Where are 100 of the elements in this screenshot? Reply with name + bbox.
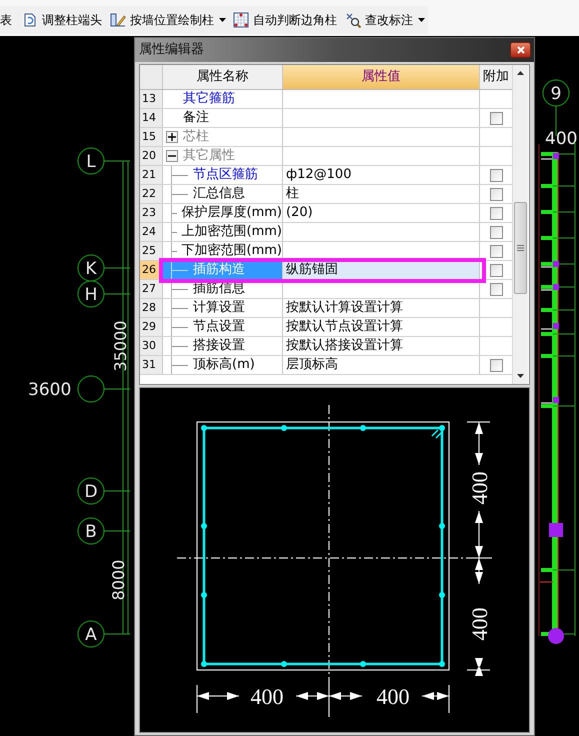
property-value[interactable]: 层顶标高 [283, 356, 480, 374]
property-name: 其它属性 [183, 147, 235, 166]
property-name: 下加密范围(mm) [182, 242, 282, 260]
property-name: 汇总信息 [193, 185, 245, 204]
property-name: 节点区箍筋 [193, 166, 258, 184]
row-number: 28 [140, 299, 163, 317]
checkbox[interactable] [490, 112, 502, 124]
toolbar-button[interactable]: 查改标注 [341, 8, 417, 32]
dimension-label: 400 [545, 129, 578, 149]
checkbox[interactable] [490, 168, 502, 182]
dimension-arrow [196, 692, 240, 700]
axis-label: 9 [550, 84, 562, 104]
axis-label: D [84, 482, 98, 502]
toolbar-button[interactable]: 按墙位置绘制柱 [106, 8, 218, 32]
axis-label: A [85, 625, 97, 645]
window-title: 属性编辑器 [139, 41, 204, 60]
dimension-label: 3600 [28, 380, 72, 400]
axis-bubble [78, 376, 104, 402]
dimension-label: 400 [467, 608, 492, 640]
dimension-arrow [422, 692, 450, 700]
dimension-arrow [475, 422, 483, 466]
close-button[interactable] [510, 42, 531, 58]
tree-line [172, 288, 188, 290]
toolbar-button[interactable]: 调整柱端头 [18, 8, 106, 32]
caret-icon [219, 18, 226, 22]
axis-label: B [85, 522, 97, 542]
row-number: 30 [140, 337, 163, 355]
dimension-label: 400 [250, 684, 284, 709]
magnifier-icon [345, 12, 361, 28]
axis-line [104, 388, 130, 390]
grip-icon [517, 245, 524, 251]
dimension-label: 400 [376, 684, 410, 709]
column-header: 附加 [480, 65, 512, 89]
property-name: 插筋构造 [193, 261, 245, 280]
header-corner [140, 65, 163, 89]
property-value[interactable]: 按默认节点设置计算 [283, 318, 480, 336]
property-value[interactable]: 纵筋锚固 [283, 261, 480, 279]
property-name: 保护层厚度(mm) [182, 204, 282, 222]
property-value[interactable]: 按默认计算设置计算 [283, 299, 480, 317]
checkbox[interactable] [490, 358, 502, 372]
toolbar-button[interactable]: 表 [0, 8, 18, 32]
row-number: 22 [140, 185, 163, 203]
row-number: 27 [140, 280, 163, 298]
scroll-thumb[interactable] [514, 202, 527, 294]
property-name: 顶标高(m) [193, 356, 255, 374]
row-number: 25 [140, 242, 163, 260]
axis-label: K [85, 259, 97, 279]
axis-bubble [78, 254, 104, 282]
tree-line [172, 326, 188, 328]
checkbox[interactable] [490, 206, 502, 220]
pencil-grid-icon [110, 12, 126, 28]
axis-line [104, 160, 130, 162]
property-name: 备注 [183, 109, 209, 128]
axis-label: H [84, 285, 98, 305]
checkbox[interactable] [490, 282, 502, 296]
axis-bubble [78, 478, 104, 504]
property-name: 芯柱 [183, 128, 209, 146]
property-name: 其它箍筋 [183, 90, 235, 108]
toolbar-button[interactable]: 自动判断边角柱 [229, 8, 341, 32]
property-name: 节点设置 [193, 318, 245, 336]
row-number: 20 [140, 147, 163, 165]
caret-icon [418, 18, 425, 22]
scrollbar[interactable] [512, 65, 528, 384]
axis-line [104, 530, 130, 532]
expand-toggle[interactable] [166, 131, 178, 143]
property-value[interactable]: 柱 [283, 185, 480, 203]
axis-bubble [78, 620, 104, 648]
axis-label: L [86, 152, 96, 172]
row-number: 14 [140, 109, 163, 127]
row-number: 21 [140, 166, 163, 184]
scroll-down-icon [517, 374, 524, 378]
tree-line [172, 364, 188, 366]
property-name: 搭接设置 [193, 337, 245, 356]
row-number: 29 [140, 318, 163, 336]
dotted-grid-icon [233, 12, 249, 28]
column-header: 属性值 [283, 65, 480, 89]
dimension-label: 35000 [111, 320, 130, 372]
row-number: 24 [140, 223, 163, 241]
checkbox[interactable] [490, 264, 502, 276]
row-number: 13 [140, 90, 163, 108]
property-value[interactable]: 按默认搭接设置计算 [283, 337, 480, 355]
axis-bubble [78, 148, 104, 174]
axis-line [104, 490, 130, 492]
property-name: 计算设置 [193, 299, 245, 318]
column-header: 属性名称 [163, 65, 283, 89]
checkbox[interactable] [490, 188, 502, 200]
axis-bubble [78, 280, 104, 308]
page-turn-icon [22, 12, 38, 28]
row-number: 23 [140, 204, 163, 222]
expand-toggle[interactable] [166, 150, 178, 162]
plus-icon [168, 133, 176, 141]
checkbox[interactable] [490, 226, 502, 238]
dimension-label: 400 [467, 472, 492, 504]
dimension-arrow [475, 658, 483, 676]
scroll-up-icon [517, 71, 524, 75]
tree-line [172, 174, 188, 176]
row-number: 31 [140, 356, 163, 374]
close-icon [516, 46, 524, 54]
checkbox[interactable] [490, 244, 502, 258]
dimension-label: 8000 [109, 560, 128, 600]
